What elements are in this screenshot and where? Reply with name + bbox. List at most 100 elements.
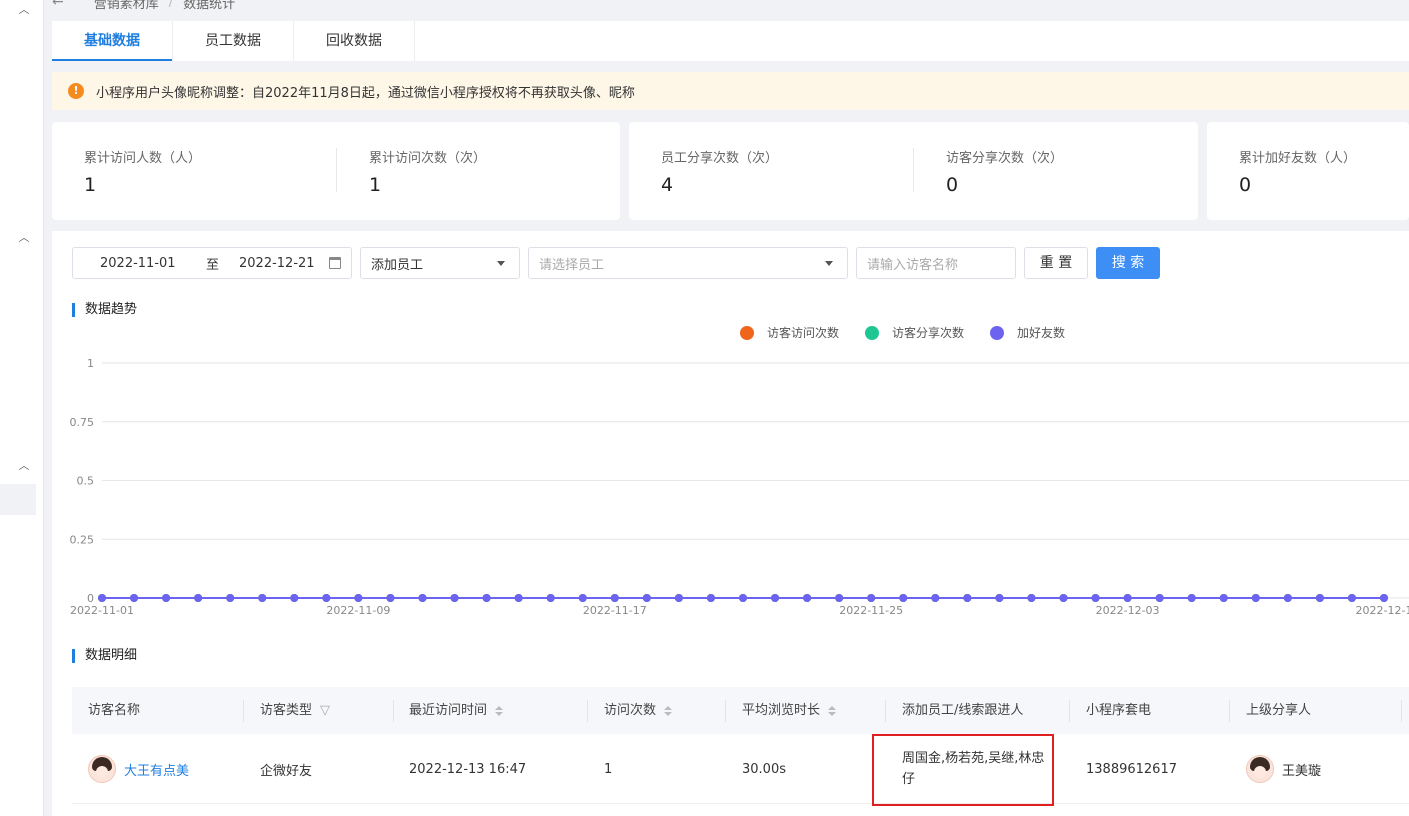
column-divider	[393, 700, 394, 722]
visitor-name-link[interactable]: 大王有点美	[124, 760, 189, 779]
data-point[interactable]	[642, 594, 651, 602]
tab-recycle-data[interactable]: 回收数据	[294, 21, 415, 61]
date-end[interactable]: 2022-12-21	[239, 256, 319, 271]
data-point[interactable]	[1059, 594, 1068, 602]
data-point[interactable]	[226, 594, 235, 602]
column-divider	[1401, 700, 1402, 722]
table-row: 大王有点美 企微好友 2022-12-13 16:47 1 30.00s 周国金…	[72, 734, 1409, 806]
legend-dot-icon	[740, 325, 754, 340]
column-divider	[1069, 700, 1070, 722]
data-point[interactable]	[835, 594, 844, 602]
chevron-up-icon[interactable]: ︿	[18, 232, 30, 244]
data-point[interactable]	[290, 594, 299, 602]
stat-card-friends: 累计加好友数（人） 0	[1207, 122, 1409, 220]
data-point[interactable]	[1251, 594, 1260, 602]
filter-icon[interactable]: ▽	[320, 687, 330, 734]
tab-bar: 基础数据 员工数据 回收数据	[52, 21, 1409, 61]
data-point[interactable]	[803, 594, 812, 602]
data-point[interactable]	[1027, 594, 1036, 602]
stat-label: 累计访问次数（次）	[369, 151, 487, 166]
data-point[interactable]	[1091, 594, 1100, 602]
employee-type-select[interactable]: 添加员工	[360, 247, 520, 279]
data-point[interactable]	[1123, 594, 1132, 602]
column-label: 平均浏览时长	[742, 703, 821, 718]
search-button[interactable]: 搜 索	[1096, 247, 1160, 279]
data-point[interactable]	[995, 594, 1004, 602]
column-label: 添加员工/线索跟进人	[902, 703, 1024, 718]
sort-icon[interactable]	[495, 705, 504, 716]
data-point[interactable]	[162, 594, 171, 602]
column-visitor-name: 访客名称	[88, 687, 140, 734]
data-point[interactable]	[1380, 594, 1388, 602]
data-point[interactable]	[194, 594, 203, 602]
data-point[interactable]	[771, 594, 780, 602]
data-point[interactable]	[1155, 594, 1164, 602]
column-visit-count[interactable]: 访问次数	[604, 687, 673, 734]
data-point[interactable]	[418, 594, 427, 602]
data-point[interactable]	[1283, 594, 1292, 602]
data-point[interactable]	[482, 594, 491, 602]
column-avg-duration[interactable]: 平均浏览时长	[742, 687, 837, 734]
column-label: 最近访问时间	[409, 703, 488, 718]
reset-button[interactable]: 重 置	[1024, 247, 1088, 279]
data-point[interactable]	[1187, 594, 1196, 602]
column-divider	[243, 700, 244, 722]
data-point[interactable]	[1315, 594, 1324, 602]
data-point[interactable]	[578, 594, 587, 602]
legend-item-shares[interactable]: 访客分享次数	[865, 324, 964, 341]
trend-line-chart: 00.250.50.7512022-11-01 2022-11-09 2022-11…	[70, 357, 1409, 617]
data-point[interactable]	[130, 594, 139, 602]
stat-total-visitors: 累计访问人数（人） 1	[84, 147, 201, 196]
tab-basic-data[interactable]: 基础数据	[52, 21, 173, 61]
calendar-icon	[329, 257, 341, 269]
sort-icon[interactable]	[828, 705, 837, 716]
date-start[interactable]: 2022-11-01	[100, 256, 180, 271]
employee-select-placeholder: 请选择员工	[539, 257, 605, 273]
sidebar-active-item[interactable]	[0, 484, 36, 515]
data-point[interactable]	[610, 594, 619, 602]
data-point[interactable]	[546, 594, 555, 602]
legend-item-friends[interactable]: 加好友数	[990, 324, 1065, 341]
tab-employee-data[interactable]: 员工数据	[173, 21, 294, 61]
column-divider	[885, 700, 886, 722]
data-point[interactable]	[706, 594, 715, 602]
cell-visitor-name[interactable]: 大王有点美	[88, 734, 189, 804]
stat-label: 员工分享次数（次）	[661, 151, 779, 166]
x-tick-label: 2022-11-09	[326, 604, 390, 617]
legend-item-visits[interactable]: 访客访问次数	[740, 324, 839, 341]
back-arrow-icon[interactable]: ←	[52, 0, 64, 10]
y-tick-label: 1	[87, 357, 94, 370]
data-point[interactable]	[739, 594, 747, 602]
data-point[interactable]	[386, 594, 395, 602]
data-point[interactable]	[931, 594, 940, 602]
data-point[interactable]	[450, 594, 459, 602]
table-header: 访客名称 访客类型 ▽ 最近访问时间 访问次数 平均浏览时长 添加员工/线索跟进人…	[72, 687, 1409, 734]
data-point[interactable]	[674, 594, 683, 602]
x-tick-label: 2022-12-03	[1096, 604, 1160, 617]
x-tick-label: 2022-11-25	[839, 604, 903, 617]
data-point[interactable]	[514, 594, 523, 602]
legend-dot-icon	[990, 325, 1005, 340]
data-point[interactable]	[98, 594, 106, 602]
data-point[interactable]	[354, 594, 363, 602]
data-point[interactable]	[258, 594, 267, 602]
column-last-visit[interactable]: 最近访问时间	[409, 687, 504, 734]
date-range-picker[interactable]: 2022-11-01 至 2022-12-21	[72, 247, 352, 279]
data-point[interactable]	[867, 594, 876, 602]
column-visitor-type[interactable]: 访客类型 ▽	[260, 687, 330, 734]
data-point[interactable]	[1347, 594, 1356, 602]
chevron-up-icon[interactable]: ︿	[18, 460, 30, 472]
x-tick-label: 2022-11-17	[583, 604, 647, 617]
data-point[interactable]	[1219, 594, 1228, 602]
section-title-detail: 数据明细	[72, 649, 137, 663]
data-point[interactable]	[963, 594, 972, 602]
visitor-name-input[interactable]: 请输入访客名称	[856, 247, 1016, 279]
notice-text: 小程序用户头像昵称调整：自2022年11月8日起，通过微信小程序授权将不再获取头…	[96, 85, 635, 101]
breadcrumb-item-library[interactable]: 营销素材库	[94, 0, 159, 12]
chevron-up-icon[interactable]: ︿	[18, 4, 30, 16]
sort-icon[interactable]	[664, 705, 673, 716]
employee-select[interactable]: 请选择员工	[528, 247, 848, 279]
data-point[interactable]	[322, 594, 331, 602]
data-point[interactable]	[899, 594, 908, 602]
main-panel: 2022-11-01 至 2022-12-21 添加员工 请选择员工 请输入访客…	[52, 231, 1409, 816]
